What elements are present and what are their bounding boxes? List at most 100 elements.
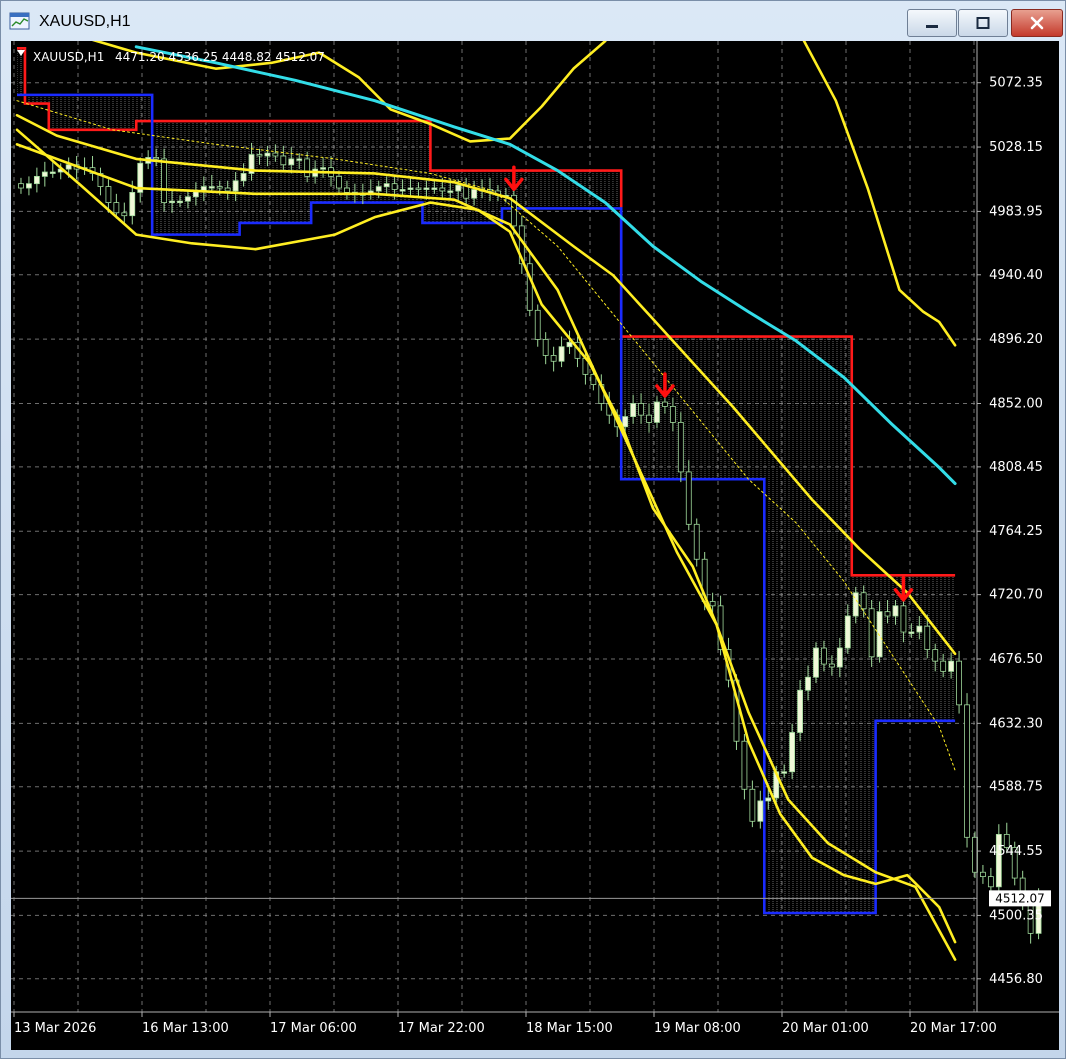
candle-body [288, 158, 295, 166]
candle-body [216, 186, 223, 189]
candle-body [836, 647, 843, 668]
candle-body [646, 414, 652, 423]
candle-body [995, 833, 1002, 888]
range-hatch-cell [915, 575, 924, 721]
candle-body [677, 422, 684, 473]
time-tick-label: 17 Mar 22:00 [398, 1021, 485, 1036]
range-hatch-cell [716, 336, 725, 480]
range-hatch-cell [708, 336, 717, 480]
range-hatch-cell [804, 336, 812, 914]
candle-body [208, 186, 215, 189]
range-hatch-cell [56, 94, 65, 130]
range-hatch-cell [589, 170, 598, 209]
candle-body [916, 625, 923, 633]
time-tick-label: 19 Mar 08:00 [654, 1021, 741, 1036]
candle-body [399, 189, 406, 192]
candle-body [65, 164, 72, 170]
candle-body [932, 649, 939, 662]
range-hatch-cell [32, 94, 41, 104]
candle-body [566, 341, 573, 348]
candle-body [471, 189, 478, 199]
time-tick-label: 18 Mar 15:00 [526, 1021, 613, 1036]
candle-body [153, 157, 160, 160]
range-hatch-cell [120, 94, 129, 130]
candle-body [423, 187, 430, 190]
chart-area[interactable]: 5072.35 5028.15 4983.95 4940.40 4896.20 4852.… [11, 20, 1059, 1050]
candle-body [797, 689, 803, 733]
candle-body [980, 871, 986, 878]
price-tick-label: 4852.00 [989, 396, 1043, 411]
candle-body [884, 611, 891, 617]
candle-body [272, 152, 279, 157]
price-chart[interactable]: 5072.35 5028.15 4983.95 4940.40 4896.20 4852.… [11, 20, 1059, 1050]
ohlc-header: 4471.20 4536.25 4448.82 4512.07 [115, 50, 325, 64]
range-hatch-cell [692, 336, 701, 480]
candle-body [940, 660, 947, 672]
range-hatch-cell [223, 121, 232, 235]
range-hatch-cell [191, 121, 200, 235]
range-hatch-cell [772, 336, 781, 914]
candle-body [455, 184, 462, 192]
range-hatch-cell [573, 170, 582, 209]
candle-body [415, 187, 422, 190]
candle-body [49, 171, 56, 174]
candle-body [296, 158, 303, 161]
window-title: XAUUSD,H1 [39, 13, 131, 30]
candle-body [757, 800, 764, 822]
range-hatch-cell [748, 336, 757, 480]
range-hatch-cell [80, 94, 89, 130]
candle-body [375, 186, 382, 192]
range-hatch-cell [780, 336, 789, 914]
range-hatch-cell [819, 336, 828, 914]
time-tick-label: 13 Mar 2026 [14, 1021, 96, 1036]
candle-body [948, 660, 955, 672]
candle-body [344, 187, 350, 193]
range-hatch-cell [183, 121, 192, 235]
candle-body [956, 660, 962, 706]
range-hatch-cell [72, 94, 81, 130]
candle-body [908, 631, 915, 634]
candle-body [900, 605, 907, 633]
candle-body [232, 180, 239, 192]
time-tick-label: 20 Mar 17:00 [910, 1021, 997, 1036]
candle-body [264, 152, 271, 157]
candle-body [987, 876, 994, 888]
close-button[interactable] [1011, 9, 1063, 37]
price-tick-label: 4676.50 [989, 652, 1043, 667]
candle-body [844, 615, 851, 649]
candle-body [709, 601, 716, 607]
price-tick-label: 4808.45 [989, 460, 1043, 475]
candle-body [685, 471, 692, 525]
candle-body [654, 401, 660, 423]
candle-body [431, 187, 438, 190]
window-titlebar[interactable]: XAUUSD,H1 [1, 1, 1065, 41]
candle-body [924, 625, 931, 650]
range-hatch-cell [549, 170, 558, 209]
candle-body [964, 704, 970, 838]
range-hatch-cell [891, 575, 900, 721]
range-hatch-cell [827, 336, 836, 914]
candle-body [828, 663, 835, 668]
candle-body [805, 676, 811, 691]
price-tick-label: 4632.30 [989, 716, 1043, 731]
candle-body [868, 608, 875, 658]
candle-body [185, 196, 191, 202]
range-hatch-cell [64, 94, 73, 130]
range-hatch-cell [215, 121, 224, 235]
range-hatch-cell [533, 170, 542, 209]
symbol-header: XAUUSD,H1 [33, 50, 104, 64]
candle-body [876, 611, 883, 658]
candle-body [391, 183, 398, 190]
range-hatch-cell [112, 94, 121, 130]
candle-body [558, 346, 565, 362]
price-tick-label: 4764.25 [989, 524, 1043, 539]
candle-body [693, 523, 700, 560]
candle-body [439, 187, 446, 192]
candle-body [638, 403, 644, 416]
candle-body [121, 212, 128, 217]
maximize-button[interactable] [958, 9, 1008, 37]
chart-header: XAUUSD,H1 4471.20 4536.25 4448.82 4512.0… [17, 50, 325, 64]
candle-body [630, 403, 637, 417]
price-tick-label: 4720.70 [989, 588, 1043, 603]
minimize-button[interactable] [907, 9, 957, 37]
